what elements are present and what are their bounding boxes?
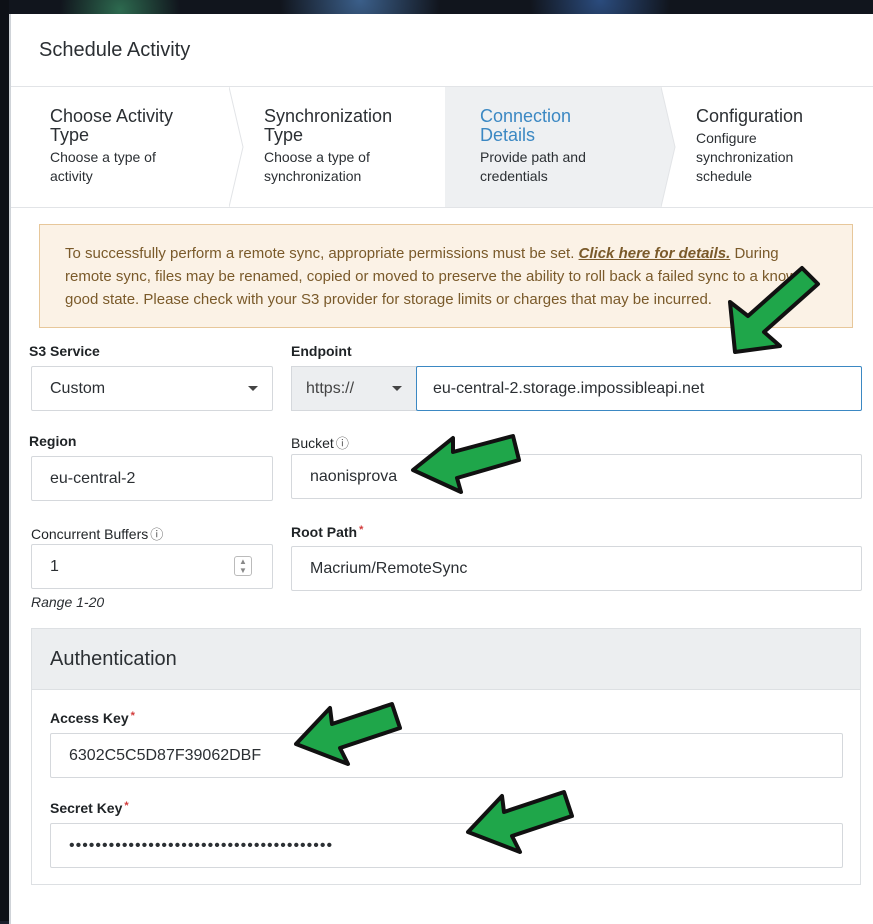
spin-buttons-icon[interactable]: ▲ ▼ [234,556,252,576]
step-title: Choose Activity Type [50,106,174,145]
access-key-label: Access Key * [50,710,135,726]
help-icon[interactable]: ⓘ [150,527,163,542]
step-synchronization-type[interactable]: Synchronization Type Choose a type of sync… [229,87,445,207]
chevron-down-icon [392,386,402,391]
annotation-arrow-endpoint [728,266,820,354]
authentication-title: Authentication [32,629,860,690]
required-marker: * [124,800,129,812]
access-key-input[interactable]: 6302C5C5D87F39062DBF [50,733,843,778]
step-title: Configuration [696,106,804,126]
required-marker: * [130,710,135,722]
root-path-label: Root Path * [291,524,364,540]
required-marker: * [359,524,364,536]
endpoint-input[interactable]: eu-central-2.storage.impossibleapi.net [416,366,862,411]
bucket-input[interactable]: naonisprova [291,454,862,499]
secret-key-label: Secret Key * [50,800,129,816]
step-subtitle: Choose a type of activity [50,149,156,184]
chevron-down-icon [248,386,258,391]
endpoint-label: Endpoint [291,343,352,359]
secret-key-input[interactable]: •••••••••••••••••••••••••••••••••••••••• [50,823,843,868]
range-hint: Range 1-20 [31,594,105,610]
step-configuration[interactable]: Configuration Configure synchronization sc… [661,87,873,207]
wizard-steps: Choose Activity Type Choose a type of acti… [11,87,873,208]
step-choose-activity-type[interactable]: Choose Activity Type Choose a type of acti… [11,87,229,207]
root-path-input[interactable]: Macrium/RemoteSync [291,546,862,591]
s3-service-select[interactable]: Custom [31,366,273,411]
s3-service-label: S3 Service [29,343,100,359]
window-edge [0,0,9,921]
help-icon[interactable]: ⓘ [336,436,349,451]
bucket-label: Bucket ⓘ [291,435,349,451]
annotation-arrow-bucket [411,434,521,494]
step-subtitle: Choose a type of synchronization [264,149,370,184]
region-label: Region [29,433,77,449]
concurrent-buffers-label: Concurrent Buffers ⓘ [31,526,164,542]
annotation-arrow-secret-key [466,790,574,854]
dialog-title: Schedule Activity [11,14,873,87]
concurrent-buffers-stepper[interactable]: 1 ▲ ▼ [31,544,273,589]
step-subtitle: Provide path and credentials [480,149,586,184]
step-title: Synchronization Type [264,106,393,145]
step-subtitle: Configure synchronization schedule [696,130,794,184]
region-input[interactable]: eu-central-2 [31,456,273,501]
step-connection-details[interactable]: Connection Details Provide path and creden… [445,87,661,207]
annotation-arrow-access-key [294,702,402,766]
step-title: Connection Details [480,106,572,145]
authentication-panel: Authentication Access Key * 6302C5C5D87F3… [31,628,861,885]
protocol-select[interactable]: https:// [291,366,417,411]
details-link[interactable]: Click here for details. [579,245,731,262]
